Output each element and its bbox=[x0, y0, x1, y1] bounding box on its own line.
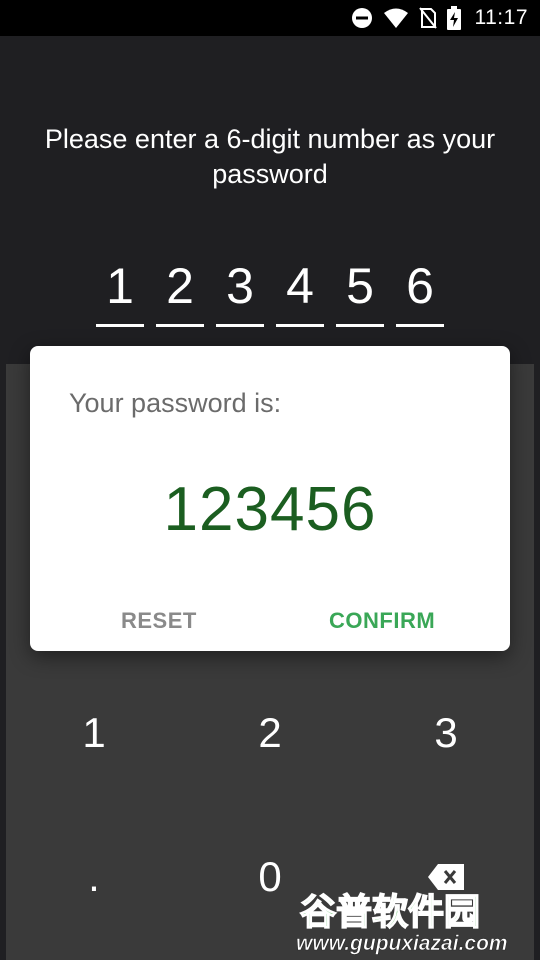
dialog-title: Your password is: bbox=[69, 388, 282, 418]
password-digits: 1 2 3 4 5 6 bbox=[96, 252, 444, 327]
key-3[interactable]: 3 bbox=[358, 668, 534, 798]
status-bar: 11:17 bbox=[0, 0, 540, 36]
key-1[interactable]: 1 bbox=[6, 668, 182, 798]
no-sim-icon bbox=[418, 7, 437, 29]
digit-slot: 5 bbox=[336, 252, 384, 327]
watermark-logo: 谷普软件园 www.gupuxiazai.com bbox=[296, 891, 508, 955]
wifi-icon bbox=[383, 8, 408, 28]
battery-charging-icon bbox=[446, 6, 461, 30]
watermark-url: www.gupuxiazai.com bbox=[296, 932, 508, 955]
key-dot[interactable]: . bbox=[6, 812, 182, 942]
digit-slot: 2 bbox=[156, 252, 204, 327]
digit-slot: 1 bbox=[96, 252, 144, 327]
key-2[interactable]: 2 bbox=[182, 668, 358, 798]
password-setup-screen: 11:17 Please enter a 6-digit number as y… bbox=[0, 0, 540, 960]
password-confirm-dialog: Your password is: 123456 RESET CONFIRM bbox=[30, 346, 510, 651]
watermark-title: 谷普软件园 bbox=[300, 892, 480, 933]
confirm-button[interactable]: CONFIRM bbox=[329, 608, 435, 634]
digit-slot: 6 bbox=[396, 252, 444, 327]
digit-slot: 3 bbox=[216, 252, 264, 327]
password-prompt: Please enter a 6-digit number as your pa… bbox=[44, 124, 496, 189]
do-not-disturb-icon bbox=[351, 8, 372, 28]
status-time: 11:17 bbox=[474, 6, 528, 29]
digit-slot: 4 bbox=[276, 252, 324, 327]
reset-button[interactable]: RESET bbox=[121, 608, 197, 634]
password-value: 123456 bbox=[163, 475, 377, 544]
status-icons: 11:17 bbox=[351, 0, 529, 36]
